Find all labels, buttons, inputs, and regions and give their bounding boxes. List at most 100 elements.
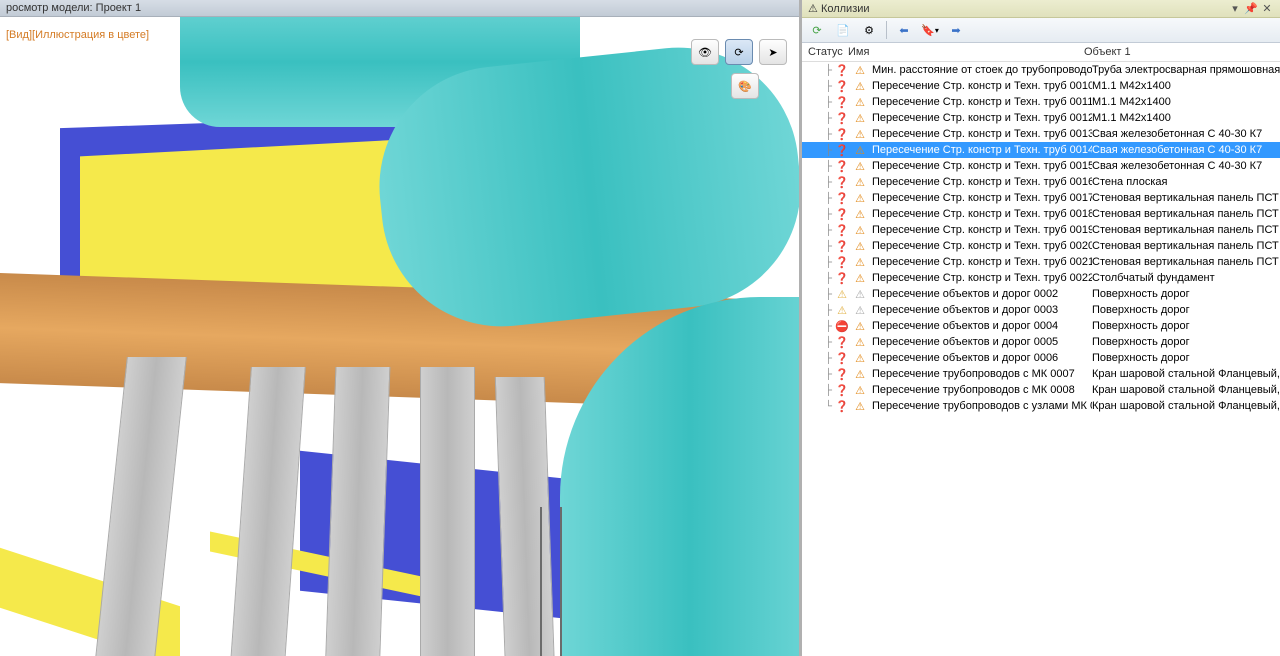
header-name[interactable]: Имя: [842, 46, 1078, 58]
row-object: Свая железобетонная С 40-30 К7: [1092, 160, 1280, 172]
clash-type-icon: ⚠: [852, 303, 868, 317]
collision-row[interactable]: ├❓⚠Пересечение Стр. констр и Техн. труб …: [802, 142, 1280, 158]
collision-row[interactable]: ├❓⚠Пересечение Стр. констр и Техн. труб …: [802, 254, 1280, 270]
column-headers: Статус Имя Объект 1: [802, 43, 1280, 62]
status-icon: ❓: [834, 399, 850, 413]
chevron-down-icon: ▾: [935, 26, 939, 35]
tree-branch: ├: [806, 65, 834, 76]
eye-tool[interactable]: 👁: [691, 39, 719, 65]
row-object: Столбчатый фундамент: [1092, 272, 1280, 284]
collision-row[interactable]: ├❓⚠Пересечение Стр. констр и Техн. труб …: [802, 94, 1280, 110]
collision-row[interactable]: ├❓⚠Пересечение Стр. констр и Техн. труб …: [802, 78, 1280, 94]
palette-icon: 🎨: [738, 80, 752, 93]
row-object: Свая железобетонная С 40-30 К7: [1092, 144, 1280, 156]
tree-branch: ├: [806, 305, 834, 316]
refresh-button[interactable]: ⟳: [808, 21, 826, 39]
clash-type-icon: ⚠: [852, 287, 868, 301]
orbit-tool[interactable]: ⟳: [725, 39, 753, 65]
status-icon: ❓: [834, 63, 850, 77]
collision-row[interactable]: ├❓⚠Пересечение Стр. констр и Техн. труб …: [802, 222, 1280, 238]
status-icon: ❓: [834, 79, 850, 93]
status-icon: ⛔: [834, 319, 850, 333]
header-object[interactable]: Объект 1: [1078, 46, 1280, 58]
status-icon: ❓: [834, 271, 850, 285]
collision-row[interactable]: ├❓⚠Пересечение Стр. констр и Техн. труб …: [802, 206, 1280, 222]
status-icon: ❓: [834, 191, 850, 205]
collision-row[interactable]: ├❓⚠Пересечение объектов и дорог 0005Пове…: [802, 334, 1280, 350]
refresh-icon: ⟳: [812, 24, 821, 37]
row-object: Стеновая вертикальная панель ПСТ (серая): [1092, 256, 1280, 268]
row-object: Кран шаровой стальной Фланцевый, с ручко: [1092, 400, 1280, 412]
status-icon: ❓: [834, 223, 850, 237]
clash-type-icon: ⚠: [852, 79, 868, 93]
row-name: Пересечение Стр. констр и Техн. труб 001…: [872, 176, 1092, 188]
tree-branch: ├: [806, 193, 834, 204]
panel-title-bar: ⚠ Коллизии ▾ 📌 ✕: [802, 0, 1280, 18]
clash-type-icon: ⚠: [852, 383, 868, 397]
collision-row[interactable]: ├⛔⚠Пересечение объектов и дорог 0004Пове…: [802, 318, 1280, 334]
collision-row[interactable]: ├❓⚠Пересечение трубопроводов с МК 0008Кр…: [802, 382, 1280, 398]
filter-button[interactable]: 🔖▾: [921, 21, 939, 39]
row-name: Мин. расстояние от стоек до трубопроводо…: [872, 64, 1092, 76]
panel-menu-button[interactable]: ▾: [1228, 3, 1242, 15]
panel-pin-button[interactable]: 📌: [1244, 3, 1258, 15]
collision-row[interactable]: ├❓⚠Пересечение Стр. констр и Техн. труб …: [802, 238, 1280, 254]
header-status[interactable]: Статус: [802, 46, 842, 58]
row-name: Пересечение Стр. констр и Техн. труб 001…: [872, 144, 1092, 156]
collision-row[interactable]: ├❓⚠Пересечение Стр. констр и Техн. труб …: [802, 270, 1280, 286]
clash-type-icon: ⚠: [852, 127, 868, 141]
row-name: Пересечение Стр. констр и Техн. труб 002…: [872, 240, 1092, 252]
clash-type-icon: ⚠: [852, 143, 868, 157]
clash-type-icon: ⚠: [852, 367, 868, 381]
collision-row[interactable]: └❓⚠Пересечение трубопроводов с узлами МК…: [802, 398, 1280, 414]
clash-type-icon: ⚠: [852, 111, 868, 125]
tree-branch: └: [806, 401, 834, 412]
clash-type-icon: ⚠: [852, 335, 868, 349]
panel-close-button[interactable]: ✕: [1260, 3, 1274, 15]
report-button[interactable]: 📄: [834, 21, 852, 39]
arrow-icon: ➤: [768, 46, 777, 59]
tree-branch: ├: [806, 161, 834, 172]
row-object: M1.1 M42x1400: [1092, 80, 1280, 92]
row-name: Пересечение Стр. констр и Техн. труб 001…: [872, 192, 1092, 204]
scene: [0, 17, 799, 656]
viewer-3d-area[interactable]: [Вид][Иллюстрация в цвете] 👁 ⟳ ➤ 🎨: [0, 17, 799, 656]
collision-row[interactable]: ├❓⚠Пересечение Стр. констр и Техн. труб …: [802, 110, 1280, 126]
tree-branch: ├: [806, 97, 834, 108]
settings-button[interactable]: ⚙: [860, 21, 878, 39]
collision-row[interactable]: ├⚠⚠Пересечение объектов и дорог 0002Пове…: [802, 286, 1280, 302]
clash-type-icon: ⚠: [852, 239, 868, 253]
report-icon: 📄: [836, 24, 850, 37]
row-name: Пересечение Стр. констр и Техн. труб 001…: [872, 224, 1092, 236]
row-object: M1.1 M42x1400: [1092, 96, 1280, 108]
collision-icon: ⚠: [808, 3, 818, 15]
tree-branch: ├: [806, 145, 834, 156]
arrow-left-icon: ⬅: [899, 24, 908, 37]
row-object: Поверхность дорог: [1092, 320, 1280, 332]
tree-branch: ├: [806, 385, 834, 396]
collision-row[interactable]: ├❓⚠Пересечение трубопроводов с МК 0007Кр…: [802, 366, 1280, 382]
row-object: Поверхность дорог: [1092, 336, 1280, 348]
collision-row[interactable]: ├❓⚠ Пересечение Стр. констр и Техн. труб …: [802, 190, 1280, 206]
clash-type-icon: ⚠: [852, 191, 868, 205]
row-object: Поверхность дорог: [1092, 288, 1280, 300]
collision-row[interactable]: ├❓⚠Пересечение Стр. констр и Техн. труб …: [802, 158, 1280, 174]
collision-row[interactable]: ├❓⚠Пересечение объектов и дорог 0006Пове…: [802, 350, 1280, 366]
collision-row[interactable]: ├⚠⚠Пересечение объектов и дорог 0003Пове…: [802, 302, 1280, 318]
separator: [886, 21, 887, 39]
viewer-title: росмотр модели: Проект 1: [6, 2, 141, 14]
row-object: Кран шаровой стальной Фланцевый, с ручко: [1092, 368, 1280, 380]
appearance-tool[interactable]: 🎨: [731, 73, 759, 99]
collision-row[interactable]: ├❓⚠Мин. расстояние от стоек до трубопров…: [802, 62, 1280, 78]
clash-type-icon: ⚠: [852, 95, 868, 109]
prev-button[interactable]: ⬅: [895, 21, 913, 39]
tree-branch: ├: [806, 177, 834, 188]
next-button[interactable]: ➡: [947, 21, 965, 39]
tree-branch: ├: [806, 369, 834, 380]
row-name: Пересечение трубопроводов с узлами МК 00…: [872, 400, 1092, 412]
row-name: Пересечение Стр. констр и Техн. труб 001…: [872, 80, 1092, 92]
pan-tool[interactable]: ➤: [759, 39, 787, 65]
collision-row[interactable]: ├❓⚠Пересечение Стр. констр и Техн. труб …: [802, 126, 1280, 142]
collision-list[interactable]: ├❓⚠Мин. расстояние от стоек до трубопров…: [802, 62, 1280, 656]
collision-row[interactable]: ├❓⚠Пересечение Стр. констр и Техн. труб …: [802, 174, 1280, 190]
